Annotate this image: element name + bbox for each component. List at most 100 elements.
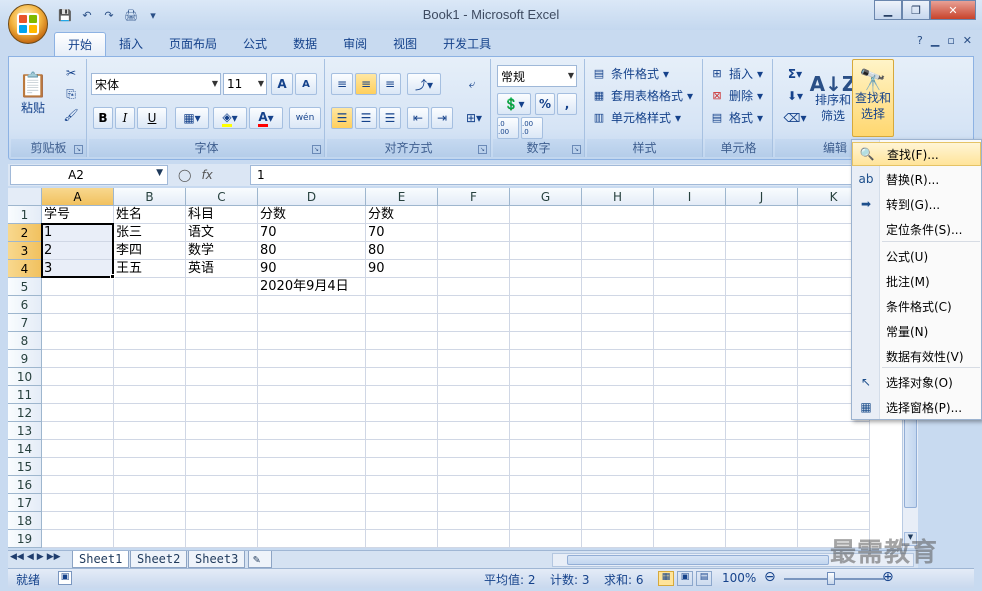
sheet-nav-icon-0[interactable]: ◀◀ xyxy=(10,552,24,562)
decrease-indent-button[interactable]: ⇤ xyxy=(407,107,429,129)
column-header-j[interactable]: J xyxy=(726,188,798,206)
cell-a14[interactable] xyxy=(42,440,114,458)
cell-b12[interactable] xyxy=(114,404,186,422)
align-left-button[interactable]: ☰ xyxy=(331,107,353,129)
cell-a1[interactable]: 学号 xyxy=(42,206,114,224)
cell-h19[interactable] xyxy=(582,530,654,548)
cell-a10[interactable] xyxy=(42,368,114,386)
sheet-nav-icon-1[interactable]: ◀ xyxy=(27,552,34,562)
sheet-tab-1[interactable]: Sheet1 xyxy=(72,551,130,568)
row-header-17[interactable]: 17 xyxy=(8,494,42,512)
cell-c19[interactable] xyxy=(186,530,258,548)
align-right-button[interactable]: ☰ xyxy=(379,107,401,129)
row-header-4[interactable]: 4 xyxy=(8,260,42,278)
cell-a13[interactable] xyxy=(42,422,114,440)
cell-e7[interactable] xyxy=(366,314,438,332)
align-top-button[interactable]: ≡ xyxy=(331,73,353,95)
column-header-e[interactable]: E xyxy=(366,188,438,206)
cell-b18[interactable] xyxy=(114,512,186,530)
merge-center-icon[interactable]: ⊞▾ xyxy=(461,107,487,129)
cell-c3[interactable]: 数学 xyxy=(186,242,258,260)
cell-c15[interactable] xyxy=(186,458,258,476)
cell-g14[interactable] xyxy=(510,440,582,458)
format-as-table-button[interactable]: ▦ 套用表格格式 ▾ xyxy=(591,87,693,104)
cell-c16[interactable] xyxy=(186,476,258,494)
cell-k16[interactable] xyxy=(798,476,870,494)
cell-b16[interactable] xyxy=(114,476,186,494)
cell-h2[interactable] xyxy=(582,224,654,242)
cell-g5[interactable] xyxy=(510,278,582,296)
cell-f9[interactable] xyxy=(438,350,510,368)
cell-b9[interactable] xyxy=(114,350,186,368)
cell-b13[interactable] xyxy=(114,422,186,440)
cell-d14[interactable] xyxy=(258,440,366,458)
cell-i10[interactable] xyxy=(654,368,726,386)
cell-h3[interactable] xyxy=(582,242,654,260)
alignment-launcher-icon[interactable]: ↘ xyxy=(478,145,487,154)
cell-g3[interactable] xyxy=(510,242,582,260)
cell-b14[interactable] xyxy=(114,440,186,458)
cell-j5[interactable] xyxy=(726,278,798,296)
menu-item-10[interactable]: ▦ 选择窗格(P)... xyxy=(852,395,981,419)
insert-cells-button[interactable]: ⊞ 插入 ▾ xyxy=(709,65,763,82)
cell-a11[interactable] xyxy=(42,386,114,404)
cell-k15[interactable] xyxy=(798,458,870,476)
cell-c9[interactable] xyxy=(186,350,258,368)
sheet-nav-icon-2[interactable]: ▶ xyxy=(37,552,44,562)
cell-a18[interactable] xyxy=(42,512,114,530)
cell-c4[interactable]: 英语 xyxy=(186,260,258,278)
cell-d11[interactable] xyxy=(258,386,366,404)
cell-f16[interactable] xyxy=(438,476,510,494)
cell-g4[interactable] xyxy=(510,260,582,278)
cell-i19[interactable] xyxy=(654,530,726,548)
cell-e6[interactable] xyxy=(366,296,438,314)
cell-c1[interactable]: 科目 xyxy=(186,206,258,224)
page-layout-view-icon[interactable]: ▣ xyxy=(677,571,693,586)
cell-i14[interactable] xyxy=(654,440,726,458)
cell-j6[interactable] xyxy=(726,296,798,314)
chevron-down-icon[interactable]: ▼ xyxy=(258,74,264,94)
bold-button[interactable]: B xyxy=(93,107,113,129)
orientation-button[interactable]: ⤴▾ xyxy=(407,73,441,95)
cell-d1[interactable]: 分数 xyxy=(258,206,366,224)
cell-b6[interactable] xyxy=(114,296,186,314)
underline-button[interactable]: U xyxy=(137,107,167,129)
cell-g7[interactable] xyxy=(510,314,582,332)
cell-h11[interactable] xyxy=(582,386,654,404)
cell-i11[interactable] xyxy=(654,386,726,404)
cell-d3[interactable]: 80 xyxy=(258,242,366,260)
tab-5[interactable]: 审阅 xyxy=(330,32,380,56)
cell-a19[interactable] xyxy=(42,530,114,548)
font-color-button[interactable]: A ▾ xyxy=(249,107,283,129)
cell-e1[interactable]: 分数 xyxy=(366,206,438,224)
cell-e19[interactable] xyxy=(366,530,438,548)
cell-g15[interactable] xyxy=(510,458,582,476)
cell-j4[interactable] xyxy=(726,260,798,278)
cell-a2[interactable]: 1 xyxy=(42,224,114,242)
cell-d13[interactable] xyxy=(258,422,366,440)
fill-color-button[interactable]: ◈ ▾ xyxy=(213,107,247,129)
column-header-b[interactable]: B xyxy=(114,188,186,206)
cell-i16[interactable] xyxy=(654,476,726,494)
office-button[interactable] xyxy=(8,4,48,44)
cell-h18[interactable] xyxy=(582,512,654,530)
align-center-button[interactable]: ☰ xyxy=(355,107,377,129)
cell-f15[interactable] xyxy=(438,458,510,476)
cell-c2[interactable]: 语文 xyxy=(186,224,258,242)
cell-d6[interactable] xyxy=(258,296,366,314)
cell-e16[interactable] xyxy=(366,476,438,494)
tab-7[interactable]: 开发工具 xyxy=(430,32,504,56)
font-name-input[interactable] xyxy=(95,74,220,94)
cell-e9[interactable] xyxy=(366,350,438,368)
cell-i13[interactable] xyxy=(654,422,726,440)
cell-i2[interactable] xyxy=(654,224,726,242)
cell-i5[interactable] xyxy=(654,278,726,296)
column-header-g[interactable]: G xyxy=(510,188,582,206)
menu-item-7[interactable]: 常量(N) xyxy=(852,319,981,343)
clipboard-launcher-icon[interactable]: ↘ xyxy=(74,145,83,154)
cell-f7[interactable] xyxy=(438,314,510,332)
number-format-combo[interactable]: ▼ xyxy=(497,65,577,87)
cell-a3[interactable]: 2 xyxy=(42,242,114,260)
cell-e14[interactable] xyxy=(366,440,438,458)
workbook-minimize-button[interactable]: ▁ xyxy=(931,34,939,47)
